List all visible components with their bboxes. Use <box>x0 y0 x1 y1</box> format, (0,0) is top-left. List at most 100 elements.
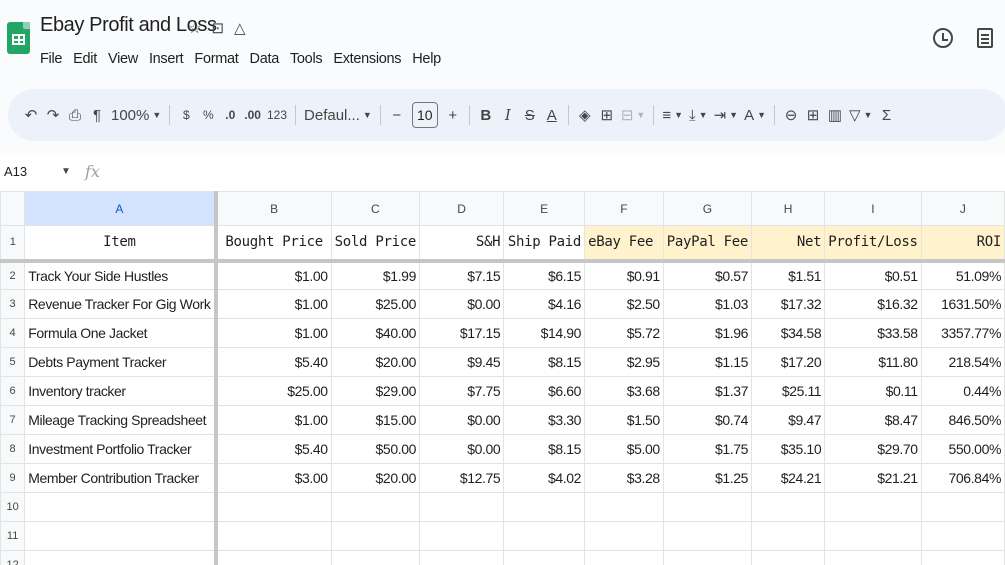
cell-empty[interactable] <box>330 521 420 551</box>
cell-ebay-fee[interactable]: $2.95 <box>584 347 664 377</box>
cell-item[interactable]: Debts Payment Tracker <box>24 347 218 377</box>
cell-empty[interactable] <box>751 492 826 522</box>
cell-empty[interactable] <box>418 492 505 522</box>
cell-s-h[interactable]: $12.75 <box>418 463 505 493</box>
paint-format-icon[interactable]: ¶ <box>86 101 108 129</box>
cell-sold-price[interactable]: $50.00 <box>330 434 420 464</box>
menu-view[interactable]: View <box>108 51 138 67</box>
row-header[interactable]: 5 <box>0 347 26 377</box>
cell-profit-loss[interactable]: $21.21 <box>824 463 922 493</box>
cell-paypal-fee[interactable]: $0.57 <box>662 260 753 290</box>
row-header[interactable]: 11 <box>0 521 26 551</box>
italic-button[interactable]: I <box>497 101 519 129</box>
header-cell-bought-price[interactable]: Bought Price <box>215 225 332 263</box>
cell-item[interactable]: Investment Portfolio Tracker <box>24 434 218 464</box>
cell-empty[interactable] <box>215 492 332 522</box>
header-cell-ship-paid[interactable]: Ship Paid <box>503 225 586 263</box>
insert-link-icon[interactable]: ⊖ <box>780 101 802 129</box>
cell-net[interactable]: $9.47 <box>751 405 826 435</box>
cell-s-h[interactable]: $0.00 <box>418 405 505 435</box>
cell-ship-paid[interactable]: $6.60 <box>503 376 586 406</box>
comments-icon[interactable] <box>977 28 993 48</box>
name-box[interactable]: A13 <box>4 164 27 179</box>
menu-format[interactable]: Format <box>194 51 238 67</box>
percent-format-button[interactable]: % <box>197 101 219 129</box>
column-header-a[interactable]: A <box>24 191 218 226</box>
header-cell-ebay-fee[interactable]: eBay Fee <box>584 225 664 263</box>
cell-net[interactable]: $24.21 <box>751 463 826 493</box>
cell-bought-price[interactable]: $25.00 <box>215 376 332 406</box>
cell-net[interactable]: $1.51 <box>751 260 826 290</box>
row-header[interactable]: 7 <box>0 405 26 435</box>
cell-ship-paid[interactable]: $8.15 <box>503 434 586 464</box>
cell-item[interactable]: Member Contribution Tracker <box>24 463 218 493</box>
cell-empty[interactable] <box>751 550 826 565</box>
cell-profit-loss[interactable]: $16.32 <box>824 289 922 319</box>
cell-bought-price[interactable]: $3.00 <box>215 463 332 493</box>
menu-tools[interactable]: Tools <box>290 51 323 67</box>
cell-empty[interactable] <box>584 492 664 522</box>
row-header[interactable]: 2 <box>0 260 26 290</box>
column-header-c[interactable]: C <box>330 191 420 226</box>
cell-ship-paid[interactable]: $4.16 <box>503 289 586 319</box>
vertical-align-icon[interactable]: ⤓ ▼ <box>686 101 711 129</box>
cell-paypal-fee[interactable]: $1.25 <box>662 463 753 493</box>
cell-bought-price[interactable]: $1.00 <box>215 318 332 348</box>
row-header[interactable]: 6 <box>0 376 26 406</box>
header-cell-sold-price[interactable]: Sold Price <box>330 225 420 263</box>
cell-roi[interactable]: 51.09% <box>920 260 1005 290</box>
text-rotation-icon[interactable]: A ▼ <box>741 101 769 129</box>
cell-bought-price[interactable]: $5.40 <box>215 347 332 377</box>
cell-empty[interactable] <box>824 521 922 551</box>
cell-net[interactable]: $17.20 <box>751 347 826 377</box>
more-formats-button[interactable]: 123 <box>264 101 290 129</box>
chevron-down-icon[interactable]: ▼ <box>61 166 71 177</box>
row-header[interactable]: 9 <box>0 463 26 493</box>
cell-ebay-fee[interactable]: $2.50 <box>584 289 664 319</box>
insert-comment-icon[interactable]: ⊞ <box>802 101 824 129</box>
row-header[interactable]: 1 <box>0 225 26 263</box>
print-icon[interactable]: ⎙ <box>64 101 86 129</box>
fill-color-icon[interactable]: ◈ <box>574 101 596 129</box>
increase-decimal-button[interactable]: .00 <box>241 101 264 129</box>
bold-button[interactable]: B <box>475 101 497 129</box>
zoom-select[interactable]: 100% ▼ <box>108 101 164 129</box>
cell-s-h[interactable]: $9.45 <box>418 347 505 377</box>
sheets-logo-icon[interactable] <box>7 22 30 54</box>
column-header-i[interactable]: I <box>824 191 922 226</box>
font-size-input[interactable]: 10 <box>411 102 438 128</box>
cell-empty[interactable] <box>662 550 753 565</box>
cell-profit-loss[interactable]: $11.80 <box>824 347 922 377</box>
cell-ebay-fee[interactable]: $3.28 <box>584 463 664 493</box>
cell-roi[interactable]: 0.44% <box>920 376 1005 406</box>
row-header[interactable]: 3 <box>0 289 26 319</box>
menu-insert[interactable]: Insert <box>149 51 184 67</box>
cell-net[interactable]: $34.58 <box>751 318 826 348</box>
cell-paypal-fee[interactable]: $1.75 <box>662 434 753 464</box>
cell-bought-price[interactable]: $1.00 <box>215 289 332 319</box>
cell-s-h[interactable]: $7.75 <box>418 376 505 406</box>
cell-empty[interactable] <box>215 550 332 565</box>
column-header-f[interactable]: F <box>584 191 664 226</box>
cell-bought-price[interactable]: $5.40 <box>215 434 332 464</box>
cell-empty[interactable] <box>24 492 218 522</box>
cell-s-h[interactable]: $17.15 <box>418 318 505 348</box>
cell-ebay-fee[interactable]: $5.00 <box>584 434 664 464</box>
undo-icon[interactable]: ↶ <box>20 101 42 129</box>
row-header[interactable]: 10 <box>0 492 26 522</box>
currency-format-button[interactable]: $ <box>175 101 197 129</box>
cell-empty[interactable] <box>824 550 922 565</box>
horizontal-align-icon[interactable]: ≡ ▼ <box>659 101 686 129</box>
cell-roi[interactable]: 1631.50% <box>920 289 1005 319</box>
cell-empty[interactable] <box>584 521 664 551</box>
cell-paypal-fee[interactable]: $0.74 <box>662 405 753 435</box>
cell-s-h[interactable]: $0.00 <box>418 434 505 464</box>
header-cell-paypal-fee[interactable]: PayPal Fee <box>662 225 753 263</box>
redo-icon[interactable]: ↷ <box>42 101 64 129</box>
cell-paypal-fee[interactable]: $1.37 <box>662 376 753 406</box>
cell-item[interactable]: Track Your Side Hustles <box>24 260 218 290</box>
borders-icon[interactable]: ⊞ <box>596 101 618 129</box>
cell-roi[interactable]: 3357.77% <box>920 318 1005 348</box>
move-to-folder-icon[interactable]: ⊡ <box>211 19 224 37</box>
column-header-g[interactable]: G <box>662 191 753 226</box>
